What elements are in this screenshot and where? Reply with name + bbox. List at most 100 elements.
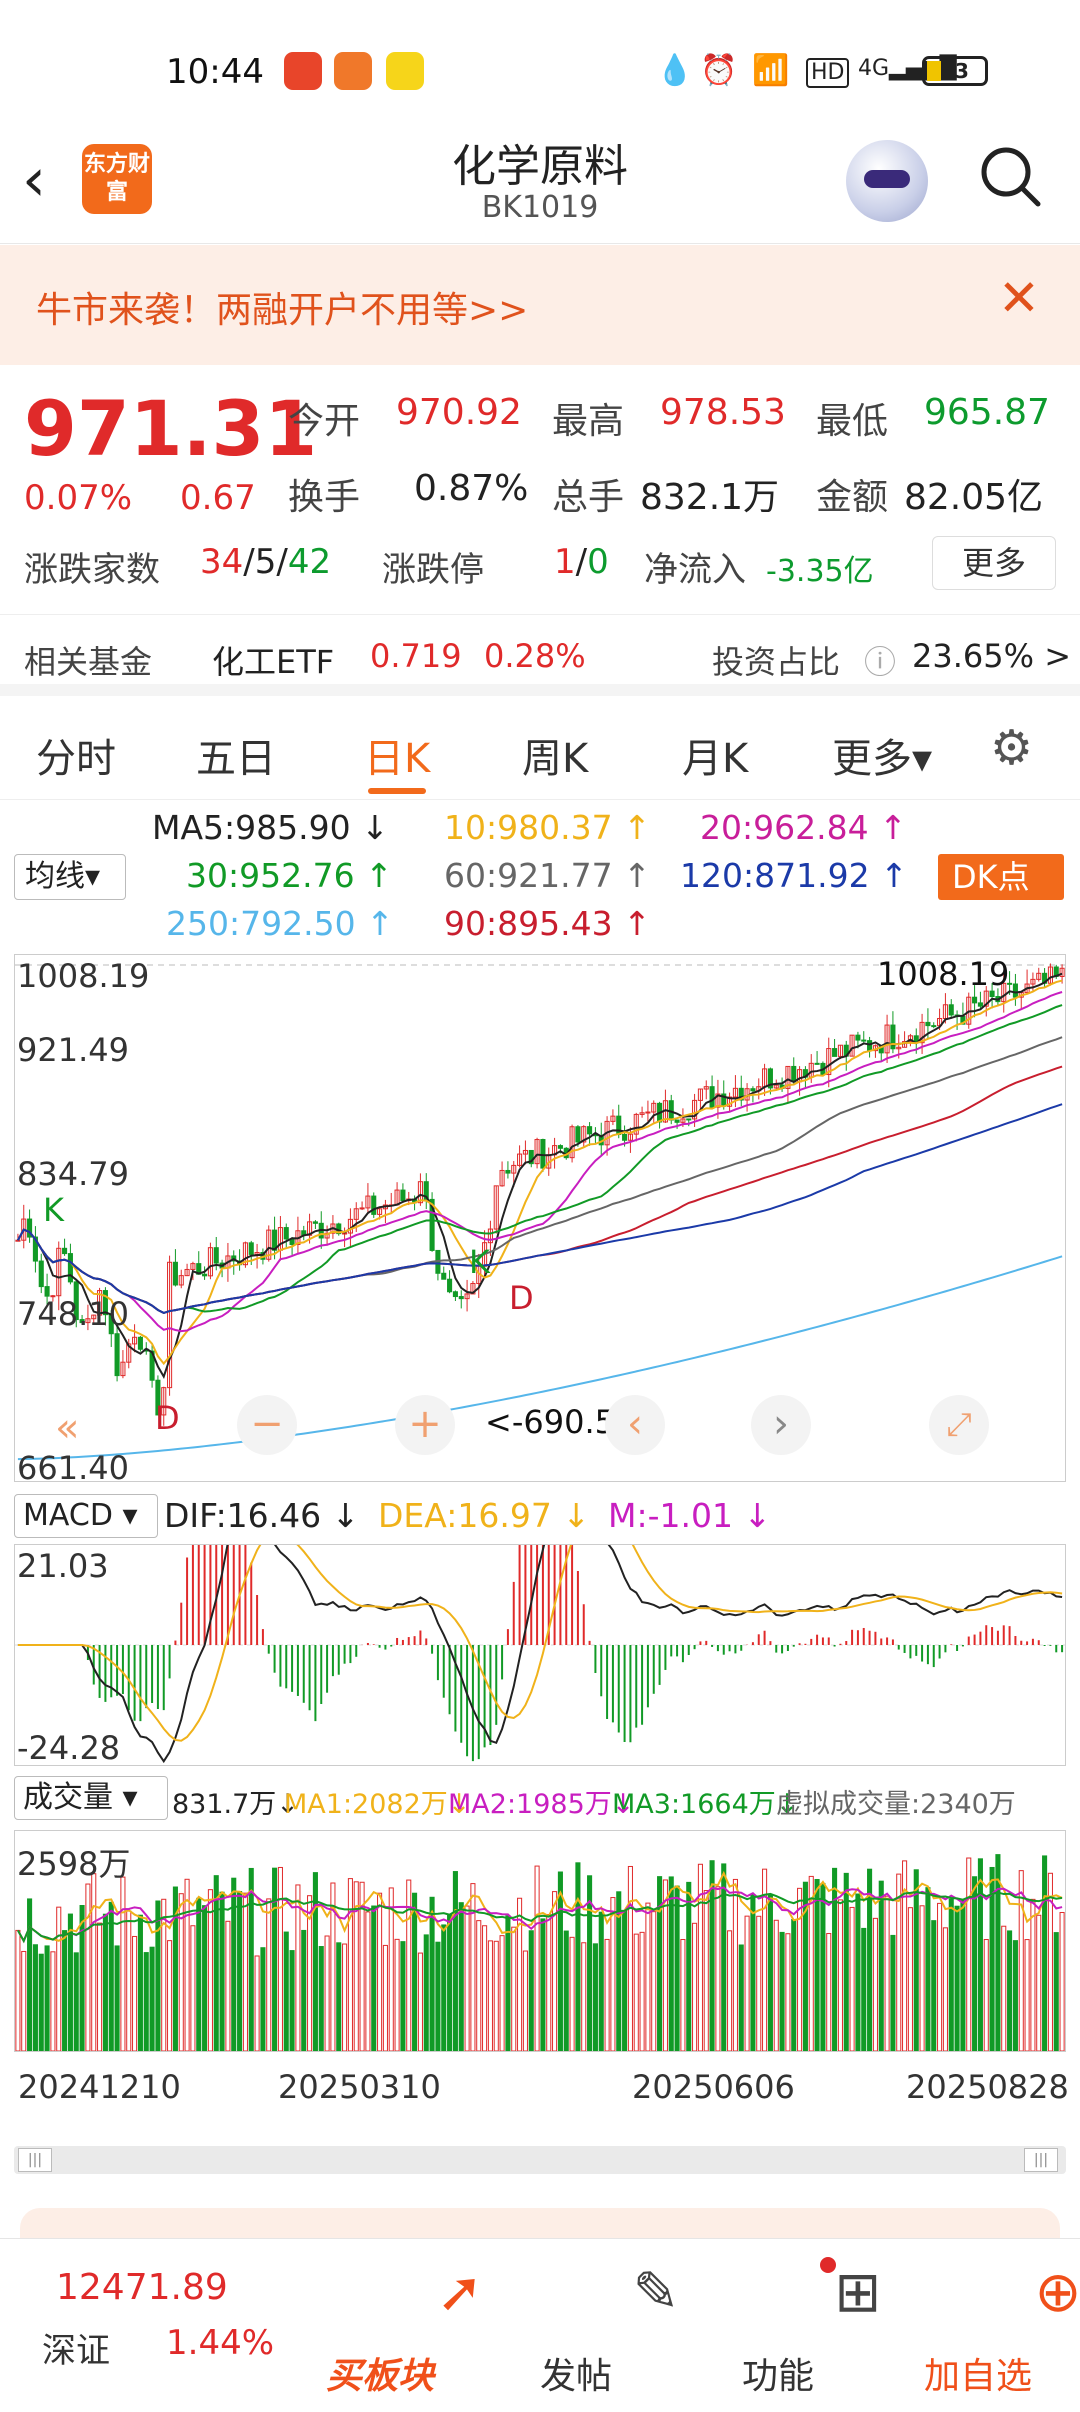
- volume-value: 832.1万: [640, 477, 780, 518]
- volume-bar: [132, 1935, 138, 2052]
- turnover-label: 换手: [288, 477, 361, 518]
- dk-point-button[interactable]: DK点: [938, 854, 1064, 900]
- fast-back-icon[interactable]: «: [55, 1405, 79, 1451]
- volume-select-button[interactable]: 成交量 ▾: [14, 1776, 168, 1820]
- volume-bar: [15, 1929, 21, 2052]
- nav-post[interactable]: ✎ 发帖: [496, 2239, 679, 2412]
- scroll-handle-left[interactable]: |||: [18, 2148, 52, 2172]
- scroll-handle-right[interactable]: |||: [1024, 2148, 1058, 2172]
- volume-bar: [499, 1935, 505, 2052]
- tab-more[interactable]: 更多▾: [832, 726, 932, 784]
- amount-value: 82.05亿: [904, 477, 1044, 518]
- volume-bar: [27, 1898, 33, 2052]
- tab-monthly-k[interactable]: 月K: [682, 726, 748, 784]
- status-time: 10:44: [166, 52, 264, 92]
- close-icon[interactable]: ✕: [998, 273, 1040, 323]
- ma-select-button[interactable]: 均线▾: [14, 854, 126, 900]
- banner-text[interactable]: 牛市来袭！两融开户不用等>>: [36, 281, 528, 333]
- help-icon[interactable]: ⓘ: [864, 637, 896, 683]
- limit-label: 涨跌停: [382, 550, 484, 590]
- more-button[interactable]: 更多: [932, 536, 1056, 590]
- volume-bar: [785, 1933, 791, 2052]
- nav-add-watchlist[interactable]: ⊕ 加自选: [898, 2239, 1080, 2412]
- volume-bar: [878, 1880, 884, 2052]
- volume-bar: [674, 1885, 680, 2052]
- volume-bar: [633, 1933, 639, 2052]
- step-back-icon[interactable]: ‹: [605, 1395, 665, 1455]
- y-label-4: 748.10: [17, 1295, 129, 1333]
- volume-bar: [505, 1915, 511, 2052]
- volume-bar: [1030, 1898, 1036, 2052]
- kline-chart[interactable]: 1008.19 921.49 834.79 748.10 661.40 1008…: [14, 954, 1066, 1487]
- volume-bar: [820, 1882, 826, 2052]
- volume-chart[interactable]: 2598万: [14, 1830, 1066, 2052]
- index-ticker[interactable]: 12471.89 深证 1.44%: [0, 2239, 290, 2412]
- step-forward-icon[interactable]: ›: [751, 1395, 811, 1455]
- volume-bar: [890, 1934, 896, 2052]
- fund-pct: 0.28%: [484, 637, 586, 675]
- volume-bar: [680, 1939, 686, 2052]
- related-fund-row[interactable]: 相关基金 化工ETF 0.719 0.28% 投资占比 ⓘ 23.65% >: [0, 614, 1080, 696]
- macd-chart[interactable]: 21.03 -24.28: [14, 1437, 1066, 1767]
- fund-name[interactable]: 化工ETF: [212, 637, 334, 683]
- volume-bar: [575, 1862, 581, 2052]
- volume-y-top: 2598万: [17, 1845, 131, 1883]
- volume-bar: [727, 1930, 733, 2052]
- settings-gear-icon[interactable]: ⚙: [990, 720, 1033, 776]
- fullscreen-icon[interactable]: ⤢: [929, 1395, 989, 1455]
- assistant-robot-icon[interactable]: [846, 140, 928, 222]
- volume-bar: [604, 1938, 610, 2052]
- volume-bar: [598, 1911, 604, 2052]
- open-label: 今开: [288, 401, 361, 442]
- tab-five-day[interactable]: 五日: [196, 726, 276, 784]
- app-icon-2: [334, 52, 372, 90]
- zoom-out-icon[interactable]: −: [237, 1395, 297, 1455]
- date-label-1: 20241210: [18, 2068, 181, 2106]
- volume-bar: [336, 1942, 342, 2052]
- volume-bar: [91, 1873, 97, 2052]
- y-label-top: 1008.19: [17, 957, 150, 995]
- last-price: 971.31: [24, 384, 318, 473]
- candle-body: [505, 1169, 511, 1174]
- nav-functions[interactable]: ⊞ 功能: [698, 2239, 881, 2412]
- promo-banner[interactable]: 牛市来袭！两融开户不用等>> ✕: [0, 245, 1080, 365]
- candle-body: [371, 1195, 377, 1215]
- volume-bar: [382, 1944, 388, 2052]
- tab-weekly-k[interactable]: 周K: [522, 726, 588, 784]
- macd-select-button[interactable]: MACD ▾: [14, 1494, 158, 1538]
- index-pct: 1.44%: [166, 2323, 275, 2363]
- index-name: 深证: [42, 2331, 110, 2371]
- volume-bar: [592, 1943, 598, 2052]
- range-scrollbar[interactable]: ||| |||: [14, 2146, 1066, 2174]
- candle-body: [587, 1126, 593, 1135]
- ratio-value[interactable]: 23.65% >: [912, 637, 1071, 675]
- ma10-line: [17, 979, 1063, 1366]
- volume-bar: [1024, 1939, 1030, 2052]
- volume-bar: [406, 1879, 412, 2052]
- volume-bar: [948, 1898, 954, 2052]
- ma30-value: 30:952.76 ↑: [186, 856, 393, 895]
- volume-bar: [1042, 1855, 1048, 2052]
- search-icon[interactable]: [978, 144, 1042, 208]
- volume-bar: [277, 1866, 283, 2052]
- tab-intraday[interactable]: 分时: [36, 726, 116, 784]
- volume-bar: [237, 1890, 243, 2052]
- candle-body: [15, 1239, 21, 1242]
- volume-bar: [120, 1876, 126, 2052]
- nav-label-post: 发帖: [539, 2356, 612, 2397]
- volume-bar: [657, 1876, 663, 2052]
- volume-bar: [511, 1926, 517, 2052]
- macd-canvas[interactable]: [15, 1437, 1065, 1765]
- volume-bar: [703, 1890, 709, 2052]
- volume-bar: [56, 1906, 62, 2052]
- volume-bar: [744, 1915, 750, 2052]
- volume-bar: [884, 1895, 890, 2052]
- volume-canvas[interactable]: [15, 1831, 1065, 2052]
- nav-buy-sector[interactable]: ➚ 买板块: [300, 2239, 483, 2412]
- volume-bar: [1053, 1932, 1059, 2052]
- tab-daily-k[interactable]: 日K: [364, 726, 430, 784]
- zoom-in-icon[interactable]: +: [395, 1395, 455, 1455]
- candle-body: [686, 1118, 692, 1121]
- candle-body: [312, 1221, 318, 1224]
- period-tabs: 分时 五日 日K 周K 月K 更多▾ ⚙: [0, 700, 1080, 800]
